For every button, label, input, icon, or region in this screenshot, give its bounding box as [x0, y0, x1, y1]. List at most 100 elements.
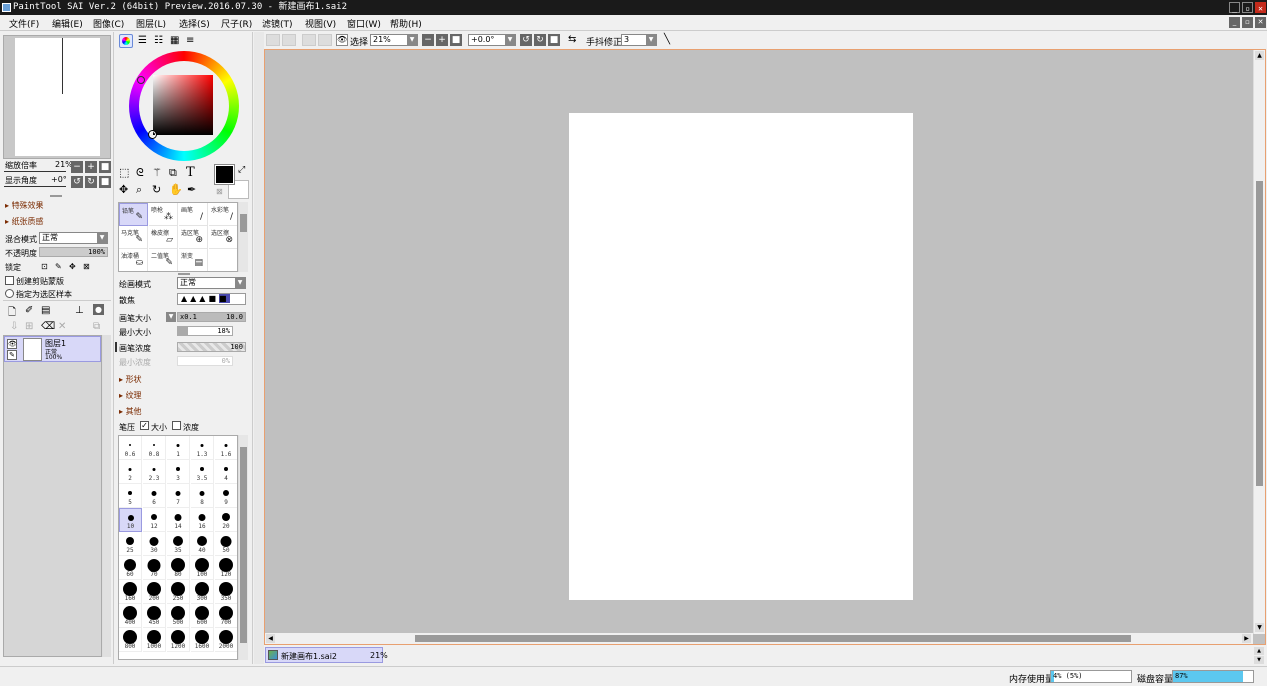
menu-select[interactable]: 选择(S)	[179, 17, 210, 30]
rect-select-icon[interactable]: ⬚	[119, 166, 129, 179]
rotate-ccw-button[interactable]: ↺	[71, 176, 83, 188]
scratchpad-mode-icon[interactable]: ≡	[186, 35, 194, 46]
zoom-in-button[interactable]: +	[85, 161, 97, 173]
panel-splitter[interactable]	[178, 273, 190, 275]
brush-preset-8[interactable]: 8	[191, 484, 214, 508]
other-section[interactable]: 其他	[119, 406, 142, 417]
edge-hard-selected[interactable]: ■	[219, 294, 230, 303]
edge-selector[interactable]: ▲▲▲■■	[177, 293, 246, 305]
tool-select-eraser[interactable]: 选区擦 ⊗	[209, 226, 237, 249]
brush-preset-7[interactable]: 7	[167, 484, 190, 508]
rotate-tool-icon[interactable]: ↻	[152, 183, 161, 196]
selection-visibility-icon[interactable]: 👁	[336, 34, 348, 46]
text-tool-icon[interactable]: T	[186, 165, 195, 180]
brush-preset-35[interactable]: 35	[167, 532, 190, 556]
brush-preset-3.5[interactable]: 3.5	[191, 460, 214, 484]
lock-move-icon[interactable]: ✥	[69, 262, 76, 271]
rgb-slider-mode-icon[interactable]: ☰	[138, 35, 147, 46]
apply-mask-icon[interactable]: ⧉	[93, 321, 100, 332]
merge-layer-icon[interactable]: ⊞	[25, 321, 33, 332]
brush-preset-6[interactable]: 6	[143, 484, 166, 508]
layer-list-scrollbar[interactable]	[102, 335, 111, 657]
brush-preset-350[interactable]: 350	[215, 580, 237, 604]
brush-preset-50[interactable]: 50	[215, 532, 237, 556]
merge-down-icon[interactable]: ⇩	[10, 321, 18, 332]
menu-view[interactable]: 视图(V)	[305, 17, 336, 30]
toolbar-rotate-reset-button[interactable]: ■	[548, 34, 560, 46]
menu-file[interactable]: 文件(F)	[9, 17, 39, 30]
canvas-vertical-thumb[interactable]	[1256, 181, 1263, 486]
deselect-button[interactable]	[302, 34, 316, 46]
canvas-viewport[interactable]: ▲ ▼ ◀ ▶	[264, 49, 1266, 645]
new-layer-icon[interactable]: 🗋	[8, 305, 16, 322]
layer-row[interactable]: 👁 ✎ 图层1 正常 100%	[4, 336, 101, 362]
brush-preset-0.8[interactable]: 0.8	[143, 436, 166, 460]
menu-ruler[interactable]: 尺子(R)	[221, 17, 252, 30]
lock-alpha-icon[interactable]: ⊠	[83, 262, 90, 271]
canvas-vertical-scrollbar[interactable]: ▲ ▼	[1253, 50, 1265, 634]
toolbar-rotate-cw-button[interactable]: ↻	[534, 34, 546, 46]
tool-marker[interactable]: 马克笔 ✎	[119, 226, 148, 249]
brush-preset-100[interactable]: 100	[191, 556, 214, 580]
saturation-value-square[interactable]	[153, 75, 213, 135]
tool-bucket[interactable]: 油漆桶 ⛀	[119, 249, 148, 271]
brush-preset-600[interactable]: 600	[191, 604, 214, 628]
min-density-bar[interactable]: 0%	[177, 356, 233, 366]
new-folder-icon[interactable]: ▤	[41, 305, 50, 316]
menu-layer[interactable]: 图层(L)	[136, 17, 166, 30]
tool-gradient[interactable]: 渐变 ▤	[179, 249, 208, 271]
lock-pixels-icon[interactable]: ⊡	[41, 262, 48, 271]
draw-mode-select[interactable]: 正常 ▼	[177, 277, 246, 289]
brush-preset-1[interactable]: 1	[167, 436, 190, 460]
opacity-bar[interactable]: 100%	[39, 247, 108, 257]
canvas-page[interactable]	[569, 113, 913, 600]
brush-preset-400[interactable]: 400	[119, 604, 142, 628]
paper-texture-section[interactable]: 纸张质感	[5, 216, 44, 227]
brush-preset-2[interactable]: 2	[119, 460, 142, 484]
zoom-select[interactable]: 21% ▼	[370, 34, 418, 46]
brush-preset-70[interactable]: 70	[143, 556, 166, 580]
toolbar-zoom-in-button[interactable]: +	[436, 34, 448, 46]
undo-button[interactable]	[266, 34, 280, 46]
size-bar[interactable]: x0.1 10.0	[177, 312, 246, 322]
blend-mode-select[interactable]: 正常 ▼	[39, 232, 108, 244]
menu-help[interactable]: 帮助(H)	[390, 17, 422, 30]
brush-preset-1.3[interactable]: 1.3	[191, 436, 214, 460]
hand-icon[interactable]: ✋	[169, 183, 183, 196]
tool-binary-pen[interactable]: 二值笔 ✎	[149, 249, 178, 271]
brush-preset-300[interactable]: 300	[191, 580, 214, 604]
brush-preset-20[interactable]: 20	[215, 508, 237, 532]
menu-edit[interactable]: 编辑(E)	[52, 17, 83, 30]
rotate-cw-button[interactable]: ↻	[85, 176, 97, 188]
tool-eraser[interactable]: 橡皮擦 ▱	[149, 226, 178, 249]
eyedropper-icon[interactable]: ✒	[187, 183, 196, 196]
min-size-bar[interactable]: 18%	[177, 326, 233, 336]
redo-button[interactable]	[282, 34, 296, 46]
swap-colors-icon[interactable]: ⤢	[238, 165, 245, 175]
brush-preset-10[interactable]: 10	[119, 508, 142, 532]
panel-splitter[interactable]	[50, 195, 62, 197]
straight-line-icon[interactable]: ╲	[664, 34, 670, 45]
scroll-down-arrow[interactable]: ▼	[1255, 623, 1264, 632]
tool-grid-scroll-thumb[interactable]	[240, 214, 247, 232]
tool-pencil[interactable]: 铅笔 ✎	[119, 203, 148, 226]
brush-preset-250[interactable]: 250	[167, 580, 190, 604]
toolbar-zoom-reset-button[interactable]: ■	[450, 34, 462, 46]
rotate-reset-button[interactable]: ■	[99, 176, 111, 188]
tool-airbrush[interactable]: 喷枪 ⁂	[149, 203, 178, 226]
pressure-size-checkbox[interactable]: ✓	[140, 421, 149, 430]
brush-preset-200[interactable]: 200	[143, 580, 166, 604]
delete-layer-icon[interactable]: ✕	[58, 321, 66, 332]
new-mask-icon[interactable]: ●	[93, 304, 104, 315]
density-bar[interactable]: 100	[177, 342, 246, 352]
tool-grid-scrollbar[interactable]	[238, 202, 248, 272]
brush-preset-60[interactable]: 60	[119, 556, 142, 580]
tool-watercolor[interactable]: 水彩笔 /	[209, 203, 237, 226]
scroll-right-arrow[interactable]: ▶	[1242, 634, 1251, 643]
lasso-icon[interactable]: ᘓ	[136, 166, 144, 180]
brush-preset-2000[interactable]: 2000	[215, 628, 237, 652]
zoom-out-button[interactable]: −	[71, 161, 83, 173]
zoom-reset-button[interactable]: ■	[99, 161, 111, 173]
invert-selection-button[interactable]	[318, 34, 332, 46]
pressure-density-checkbox[interactable]	[172, 421, 181, 430]
